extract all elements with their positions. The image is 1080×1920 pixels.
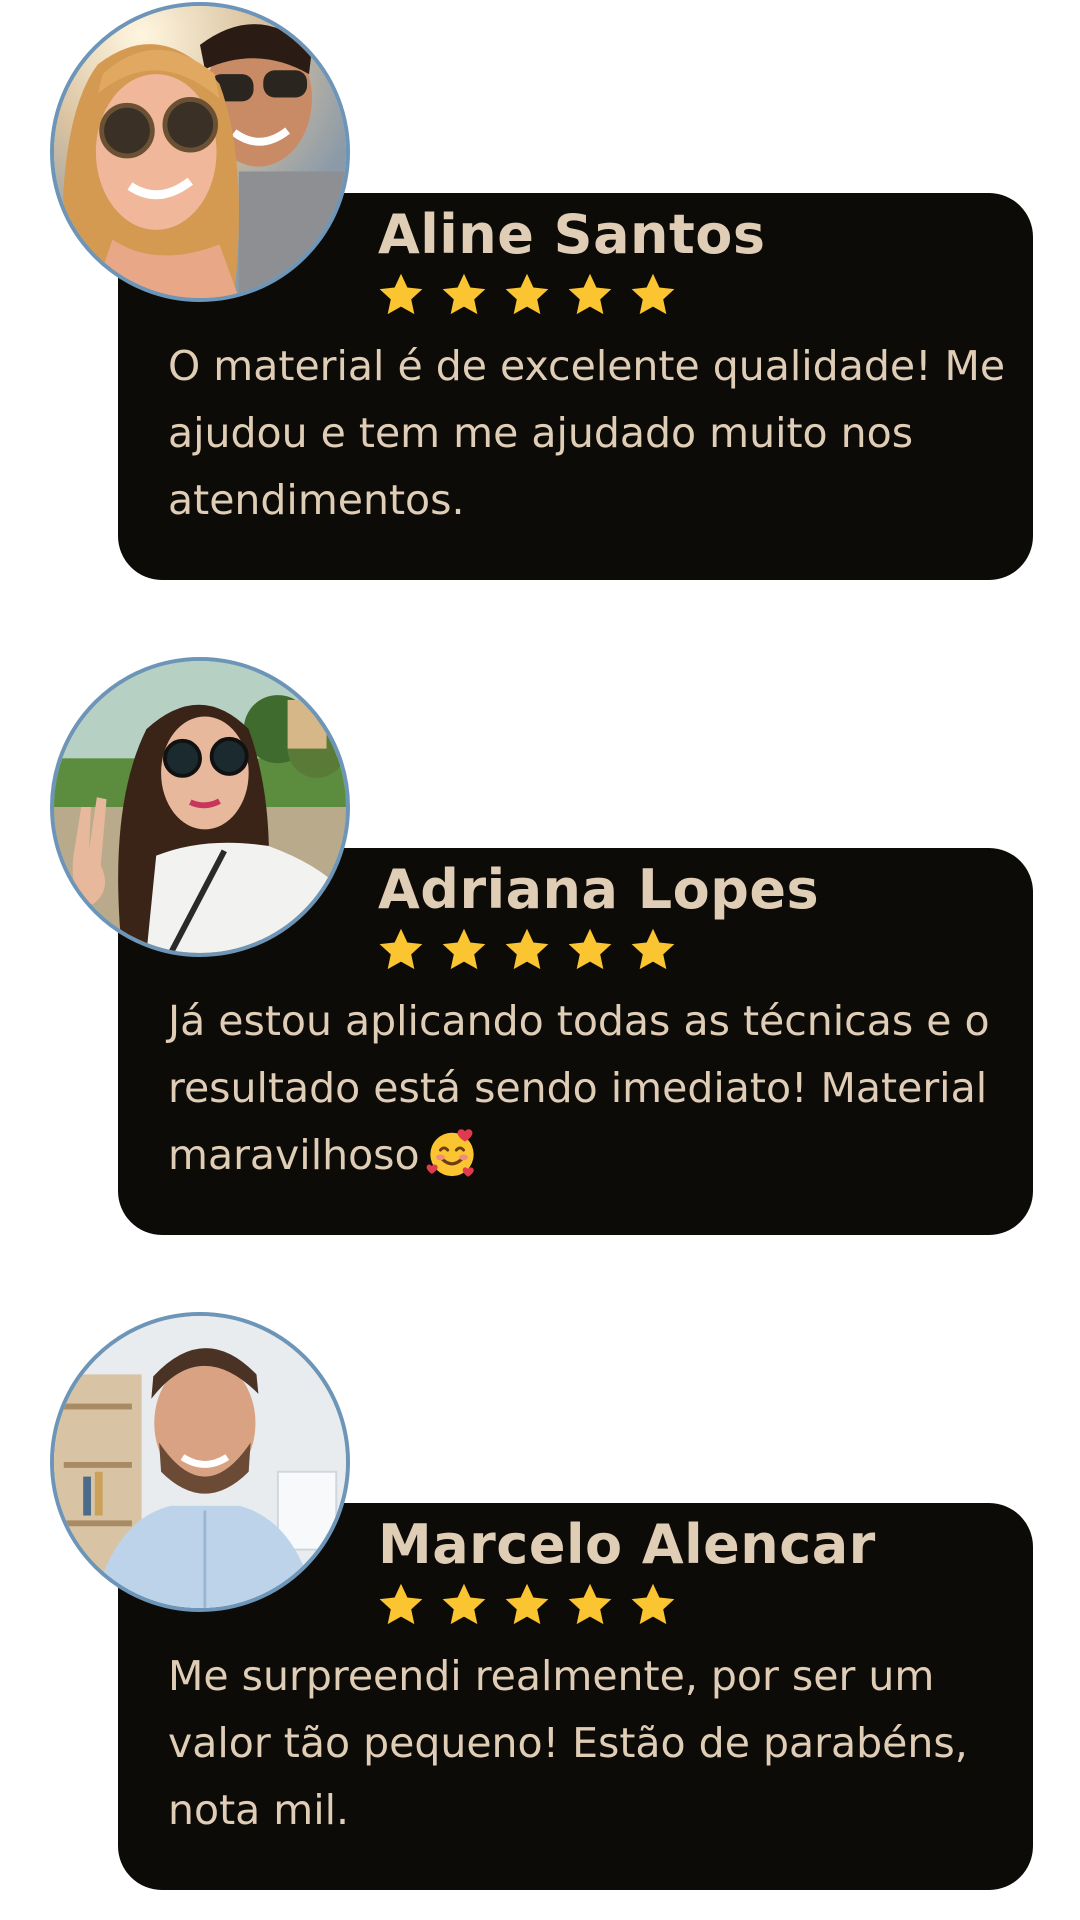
star-icon xyxy=(568,1583,612,1625)
review-text: Já estou aplicando todas as técnicas e o… xyxy=(168,988,1028,1189)
star-icon xyxy=(631,273,675,315)
smiling-man-photo xyxy=(54,1316,346,1608)
avatar xyxy=(50,2,350,302)
star-icon xyxy=(442,273,486,315)
woman-peace-sign-photo xyxy=(54,661,346,953)
smiling-face-with-hearts-icon xyxy=(426,1129,474,1177)
star-icon xyxy=(505,273,549,315)
star-icon xyxy=(379,928,423,970)
testimonial-aline-santos: Aline Santos O material é de excelente q… xyxy=(0,0,1080,590)
avatar xyxy=(50,1312,350,1612)
star-icon xyxy=(379,273,423,315)
star-icon xyxy=(442,928,486,970)
review-body: Já estou aplicando todas as técnicas e o… xyxy=(168,997,990,1179)
review-text: O material é de excelente qualidade! Me … xyxy=(168,342,1006,524)
star-icon xyxy=(505,1583,549,1625)
star-icon xyxy=(379,1583,423,1625)
couple-selfie-photo xyxy=(54,6,346,298)
review-text: Me surpreendi realmente, por ser um valo… xyxy=(168,1652,968,1834)
star-icon xyxy=(568,273,612,315)
star-rating xyxy=(376,270,678,322)
avatar xyxy=(50,657,350,957)
star-icon xyxy=(568,928,612,970)
star-icon xyxy=(505,928,549,970)
star-icon xyxy=(442,1583,486,1625)
star-rating xyxy=(376,925,678,977)
testimonial-marcelo-alencar: Marcelo Alencar Me surpreendi realmente,… xyxy=(0,1310,1080,1900)
reviewer-name: Adriana Lopes xyxy=(378,858,820,921)
reviewer-name: Marcelo Alencar xyxy=(378,1513,876,1576)
testimonial-adriana-lopes: Adriana Lopes Já estou aplicando todas a… xyxy=(0,655,1080,1245)
reviewer-name: Aline Santos xyxy=(378,203,766,266)
star-icon xyxy=(631,1583,675,1625)
star-rating xyxy=(376,1580,678,1632)
star-icon xyxy=(631,928,675,970)
